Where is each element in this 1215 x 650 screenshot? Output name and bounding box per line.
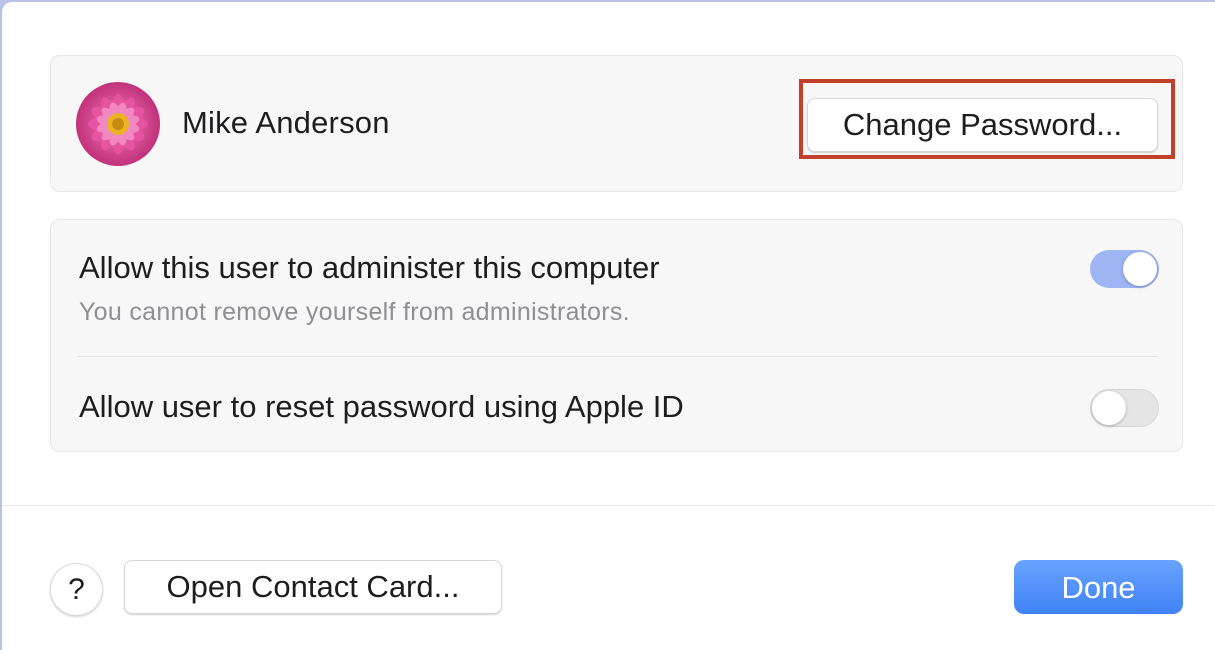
user-info-card: Mike Anderson Change Password...: [50, 55, 1183, 192]
toggle-knob: [1092, 391, 1126, 425]
options-divider: [77, 356, 1158, 357]
open-contact-card-button[interactable]: Open Contact Card...: [124, 560, 502, 614]
admin-option-subtitle: You cannot remove yourself from administ…: [79, 298, 630, 326]
admin-toggle[interactable]: [1090, 250, 1159, 288]
reset-password-option-title: Allow user to reset password using Apple…: [79, 389, 684, 424]
footer-divider: [2, 505, 1215, 506]
toggle-knob: [1123, 252, 1157, 286]
reset-password-toggle[interactable]: [1090, 389, 1159, 427]
user-details-sheet: Mike Anderson Change Password... Allow t…: [2, 2, 1215, 650]
done-button[interactable]: Done: [1014, 560, 1183, 614]
help-button[interactable]: ?: [50, 563, 103, 616]
options-card: Allow this user to administer this compu…: [50, 219, 1183, 452]
user-name: Mike Anderson: [182, 105, 390, 140]
admin-option-title: Allow this user to administer this compu…: [79, 250, 660, 285]
flower-icon: [76, 82, 160, 166]
change-password-button[interactable]: Change Password...: [807, 98, 1158, 152]
user-avatar[interactable]: [76, 82, 160, 166]
